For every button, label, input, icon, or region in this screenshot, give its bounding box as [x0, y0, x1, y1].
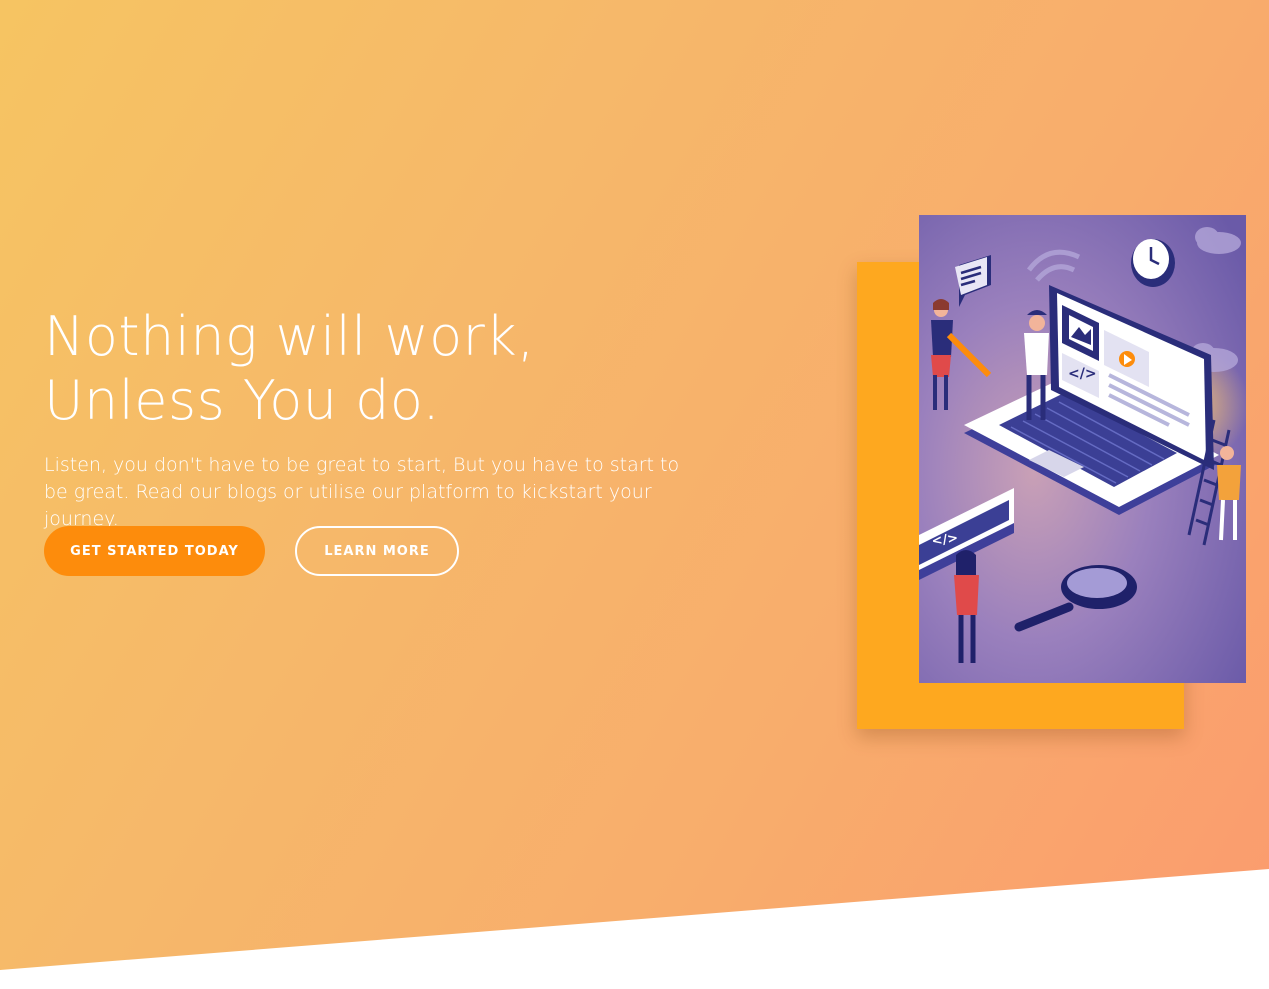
clock-icon	[1131, 239, 1175, 287]
headline-line-2: Unless You do.	[44, 369, 441, 432]
isometric-laptop-team-illustration: </> </>	[919, 215, 1246, 683]
get-started-button[interactable]: GET STARTED TODAY	[44, 526, 265, 576]
headline-line-1: Nothing will work,	[44, 305, 535, 368]
learn-more-button[interactable]: LEARN MORE	[295, 526, 459, 576]
hero-lede: Listen, you don't have to be great to st…	[44, 454, 680, 530]
hero-headline: Nothing will work, Unless You do.	[44, 305, 535, 433]
code-label: </>	[1068, 366, 1097, 382]
